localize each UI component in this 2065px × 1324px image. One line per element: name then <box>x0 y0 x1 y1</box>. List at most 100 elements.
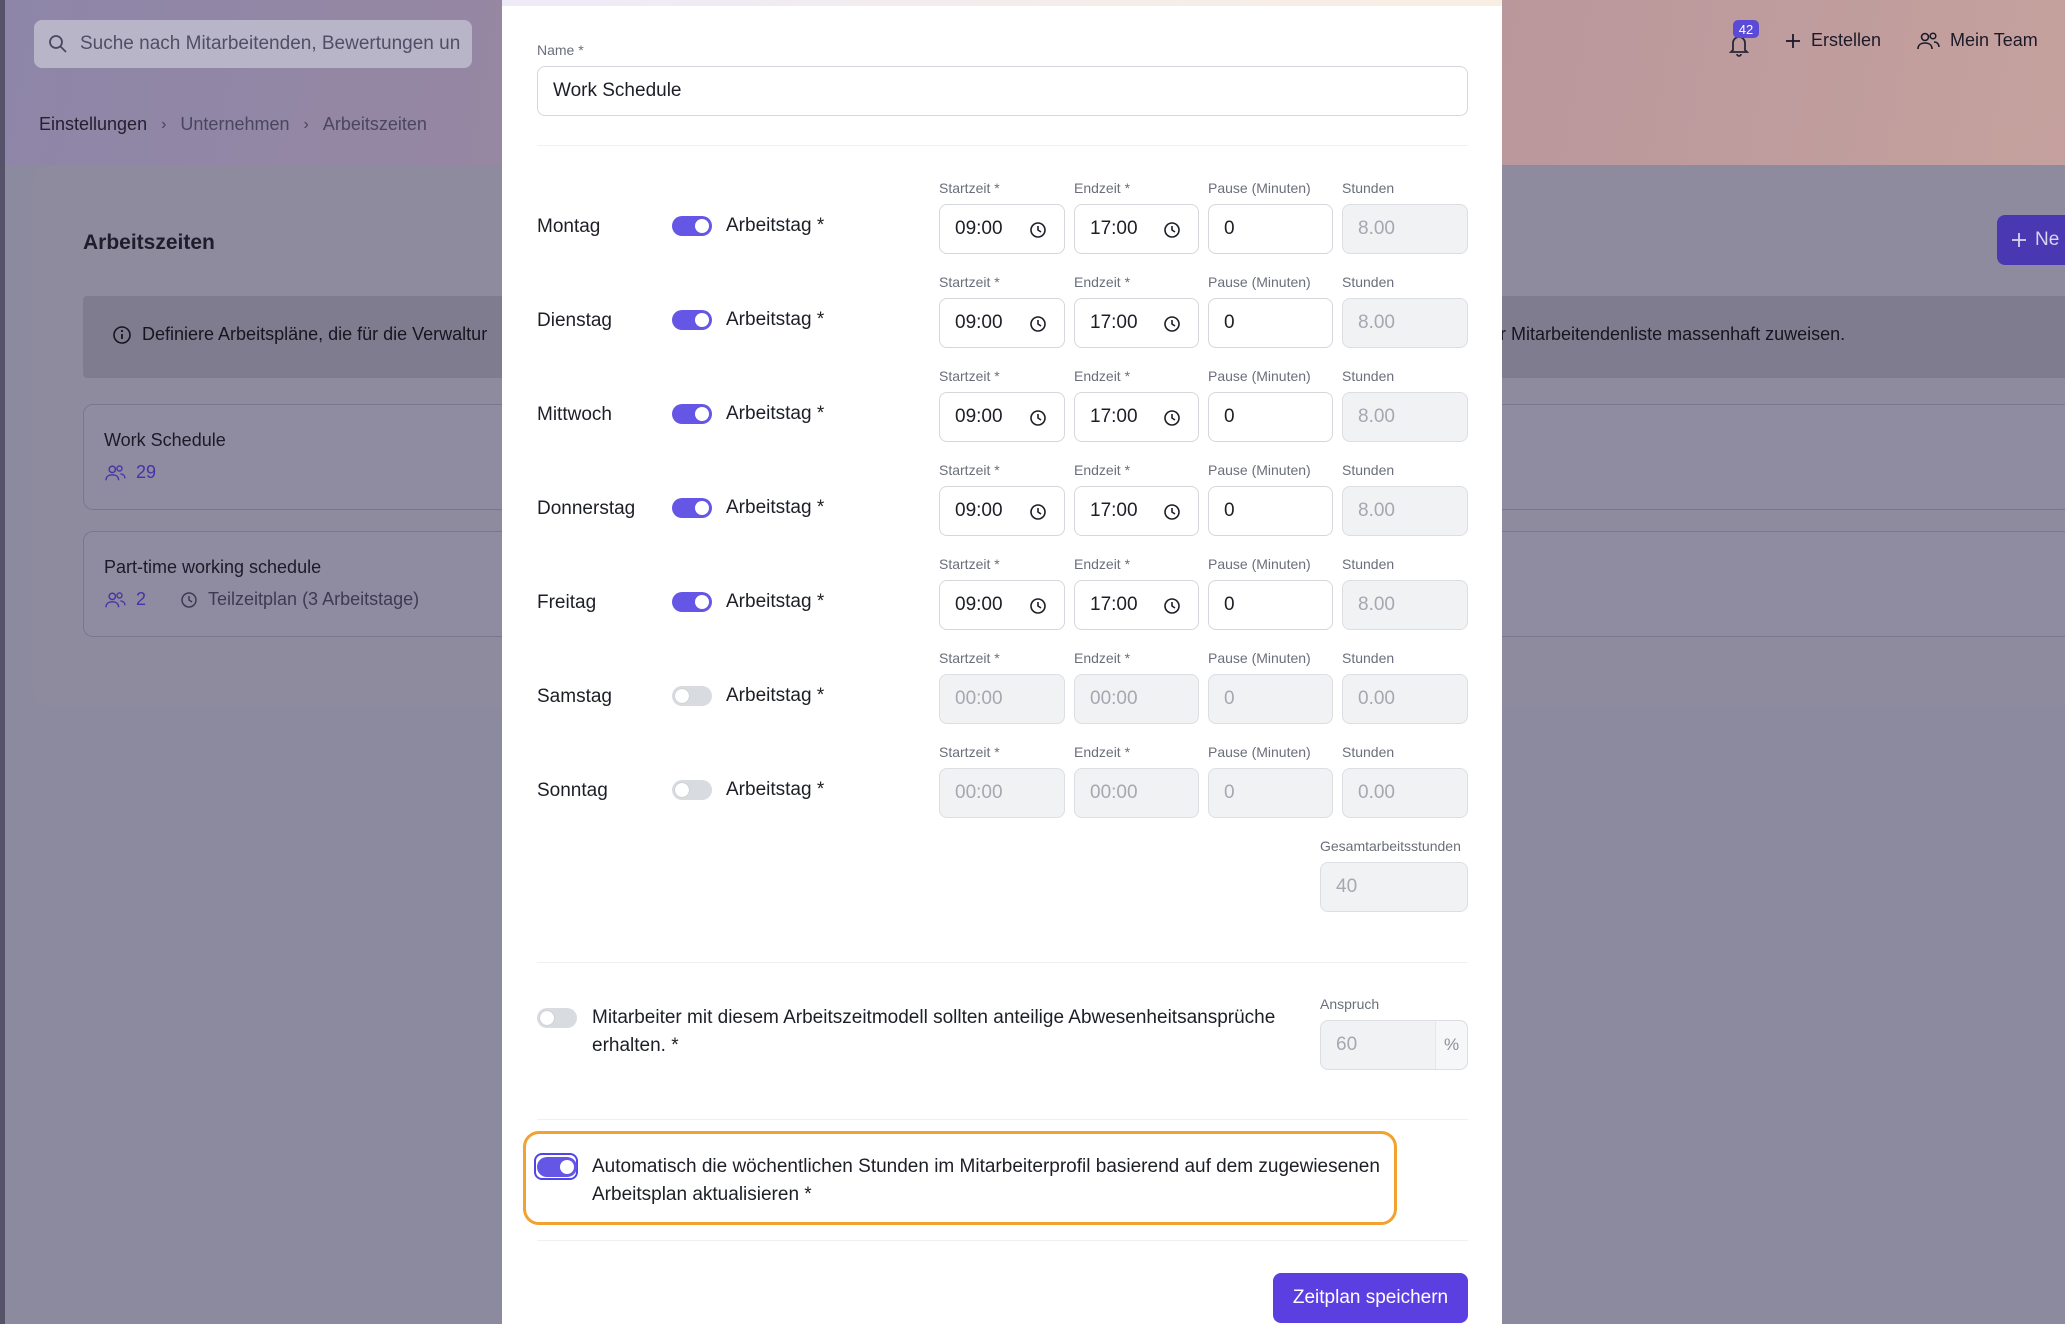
prorata-toggle[interactable] <box>537 1008 577 1028</box>
breadcrumb-settings[interactable]: Einstellungen <box>39 114 147 135</box>
end-time-label: Endzeit * <box>1074 462 1131 478</box>
start-time-label: Startzeit * <box>939 462 1000 478</box>
pause-label: Pause (Minuten) <box>1208 650 1311 666</box>
hours-label: Stunden <box>1342 180 1395 196</box>
start-time-field[interactable]: 09:00 <box>939 580 1065 630</box>
new-schedule-button[interactable]: Ne <box>1997 215 2065 265</box>
start-time-field: 00:00 <box>939 674 1065 724</box>
divider <box>537 962 1468 963</box>
start-time-label: Startzeit * <box>939 556 1000 572</box>
pause-field[interactable]: 0 <box>1208 580 1333 630</box>
day-name: Montag <box>537 216 601 237</box>
divider <box>537 145 1468 146</box>
pause-value: 0 <box>1224 594 1235 615</box>
info-text-right: r Mitarbeitendenliste massenhaft zuweise… <box>1500 324 1846 344</box>
start-time-field[interactable]: 09:00 <box>939 486 1065 536</box>
start-time-field[interactable]: 09:00 <box>939 298 1065 348</box>
prorata-text: Mitarbeiter mit diesem Arbeitszeitmodell… <box>592 1004 1312 1060</box>
end-time-value: 17:00 <box>1090 218 1138 239</box>
save-schedule-button[interactable]: Zeitplan speichern <box>1273 1273 1468 1323</box>
start-time-field[interactable]: 09:00 <box>939 204 1065 254</box>
day-name: Dienstag <box>537 310 612 331</box>
hours-label: Stunden <box>1342 368 1395 384</box>
divider <box>537 1119 1468 1120</box>
start-time-field[interactable]: 09:00 <box>939 392 1065 442</box>
clock-icon <box>1030 410 1046 426</box>
start-time-label: Startzeit * <box>939 744 1000 760</box>
end-time-field[interactable]: 17:00 <box>1074 580 1199 630</box>
workday-toggle[interactable] <box>672 498 712 518</box>
end-time-value: 17:00 <box>1090 500 1138 521</box>
name-field[interactable]: Work Schedule <box>537 66 1468 116</box>
my-team-label: Mein Team <box>1950 30 2038 50</box>
team-icon <box>1917 31 1940 49</box>
start-time-value: 00:00 <box>955 782 1003 803</box>
end-time-field[interactable]: 17:00 <box>1074 204 1199 254</box>
pause-label: Pause (Minuten) <box>1208 368 1311 384</box>
create-button[interactable]: Erstellen <box>1785 30 1881 51</box>
hours-label: Stunden <box>1342 650 1395 666</box>
clock-icon <box>1164 598 1180 614</box>
chevron-right-icon: › <box>161 115 167 133</box>
divider <box>537 1240 1468 1241</box>
pause-value: 0 <box>1224 500 1235 521</box>
start-time-label: Startzeit * <box>939 180 1000 196</box>
total-hours-value: 40 <box>1336 876 1358 897</box>
schedule-name: Part-time working schedule <box>104 557 322 577</box>
workday-toggle[interactable] <box>672 404 712 424</box>
pause-field: 0 <box>1208 768 1333 818</box>
start-time-value: 09:00 <box>955 594 1003 615</box>
start-time-value: 09:00 <box>955 312 1003 333</box>
end-time-value: 17:00 <box>1090 406 1138 427</box>
end-time-value: 17:00 <box>1090 312 1138 333</box>
auto-update-toggle[interactable] <box>537 1157 577 1177</box>
start-time-field: 00:00 <box>939 768 1065 818</box>
start-time-value: 09:00 <box>955 406 1003 427</box>
prorata-line-1: Mitarbeiter mit diesem Arbeitszeitmodell… <box>592 1007 1276 1028</box>
auto-update-line-1: Automatisch die wöchentlichen Stunden im… <box>592 1156 1380 1177</box>
pause-field[interactable]: 0 <box>1208 392 1333 442</box>
workday-toggle[interactable] <box>672 686 712 706</box>
workday-toggle[interactable] <box>672 592 712 612</box>
clock-icon <box>1164 316 1180 332</box>
pause-field[interactable]: 0 <box>1208 204 1333 254</box>
end-time-label: Endzeit * <box>1074 180 1131 196</box>
end-time-value: 17:00 <box>1090 594 1138 615</box>
auto-update-text: Automatisch die wöchentlichen Stunden im… <box>592 1153 1392 1209</box>
pause-field[interactable]: 0 <box>1208 298 1333 348</box>
info-text: Definiere Arbeitspläne, die für die Verw… <box>142 324 488 344</box>
workday-toggle[interactable] <box>672 216 712 236</box>
my-team-button[interactable]: Mein Team <box>1916 30 2038 51</box>
breadcrumb-company[interactable]: Unternehmen <box>180 114 289 135</box>
end-time-field[interactable]: 17:00 <box>1074 486 1199 536</box>
hours-label: Stunden <box>1342 462 1395 478</box>
start-time-label: Startzeit * <box>939 274 1000 290</box>
end-time-label: Endzeit * <box>1074 650 1131 666</box>
hours-value: 0.00 <box>1358 782 1395 803</box>
workday-label: Arbeitstag * <box>726 591 825 612</box>
info-text-left: Definiere Arbeitspläne, die für die Verw… <box>112 324 487 345</box>
clock-icon <box>181 591 197 608</box>
plus-icon <box>1786 33 1800 48</box>
pause-field[interactable]: 0 <box>1208 486 1333 536</box>
search-input[interactable]: Suche nach Mitarbeitenden, Bewertungen u… <box>34 20 472 68</box>
end-time-field[interactable]: 17:00 <box>1074 392 1199 442</box>
clock-icon <box>1030 504 1046 520</box>
start-time-label: Startzeit * <box>939 650 1000 666</box>
name-value: Work Schedule <box>553 80 682 101</box>
hours-label: Stunden <box>1342 744 1395 760</box>
workday-toggle[interactable] <box>672 780 712 800</box>
end-time-label: Endzeit * <box>1074 744 1131 760</box>
start-time-value: 09:00 <box>955 500 1003 521</box>
end-time-field: 00:00 <box>1074 674 1199 724</box>
end-time-field[interactable]: 17:00 <box>1074 298 1199 348</box>
workday-label: Arbeitstag * <box>726 685 825 706</box>
hours-field: 8.00 <box>1342 580 1468 630</box>
page-title: Arbeitszeiten <box>83 231 215 254</box>
workday-toggle[interactable] <box>672 310 712 330</box>
pause-value: 0 <box>1224 782 1235 803</box>
percent-unit: % <box>1435 1021 1467 1069</box>
day-name: Freitag <box>537 592 597 613</box>
team-icon <box>105 591 126 607</box>
info-icon <box>113 325 131 344</box>
